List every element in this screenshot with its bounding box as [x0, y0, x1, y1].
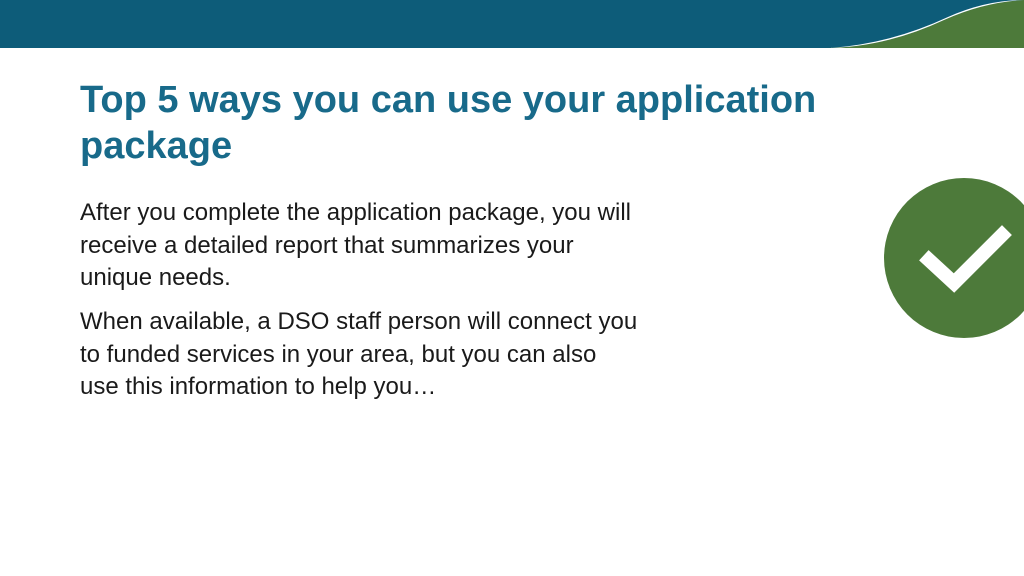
header-curve-accent	[824, 0, 1024, 48]
checkmark-icon	[874, 168, 1024, 348]
header-bar	[0, 0, 1024, 48]
slide-title: Top 5 ways you can use your application …	[80, 78, 900, 169]
paragraph-1: After you complete the application packa…	[80, 197, 640, 294]
slide-content: Top 5 ways you can use your application …	[0, 48, 1024, 404]
paragraph-2: When available, a DSO staff person will …	[80, 306, 640, 403]
slide-body: After you complete the application packa…	[80, 197, 640, 403]
